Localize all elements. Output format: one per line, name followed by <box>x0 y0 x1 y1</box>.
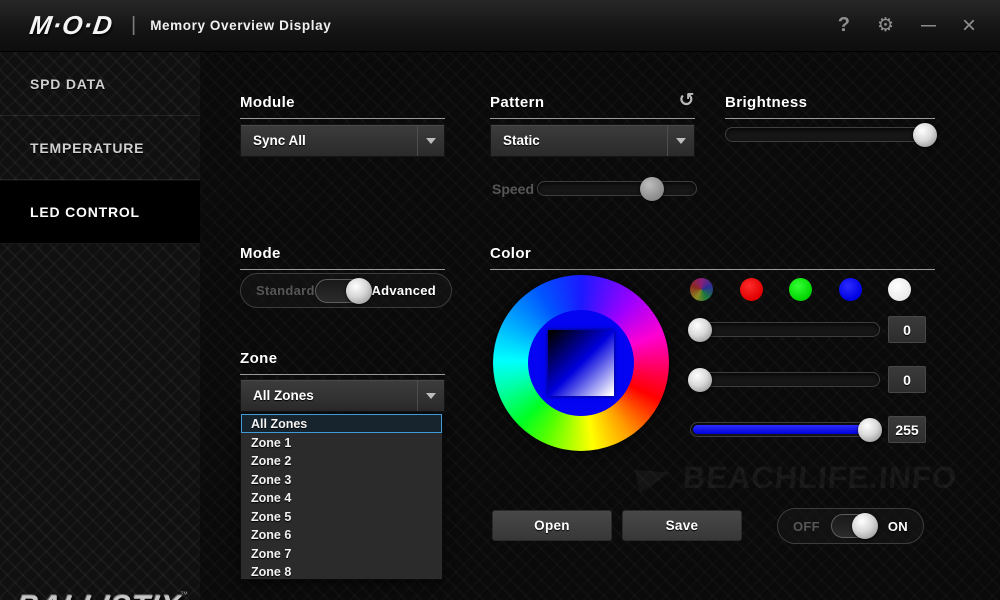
chevron-down-icon <box>426 392 436 399</box>
pattern-label-text: Pattern <box>490 94 545 111</box>
app-title: Memory Overview Display <box>150 18 332 33</box>
brightness-slider[interactable] <box>725 122 937 147</box>
brightness-slider-handle[interactable] <box>913 122 937 147</box>
zone-option-4[interactable]: Zone 4 <box>241 488 442 507</box>
minimize-icon[interactable]: — <box>921 17 936 34</box>
save-button[interactable]: Save <box>622 510 742 541</box>
zone-option-1[interactable]: Zone 1 <box>241 433 442 452</box>
power-toggle-switch[interactable] <box>830 513 878 539</box>
sidebar-item-label: TEMPERATURE <box>30 139 145 156</box>
zone-option-8[interactable]: Zone 8 <box>241 562 442 581</box>
pattern-section-label: Pattern ↺ <box>490 90 695 119</box>
pattern-dropdown[interactable]: Static <box>490 124 695 157</box>
ballistix-logo: BALLISTIX™ by Micron <box>12 590 192 600</box>
preset-red-swatch[interactable] <box>740 278 763 301</box>
zone-dropdown-value: All Zones <box>253 388 314 403</box>
module-dropdown[interactable]: Sync All <box>240 124 445 157</box>
green-slider-handle[interactable] <box>688 367 712 392</box>
speed-slider[interactable] <box>537 176 697 201</box>
sidebar-item-temperature[interactable]: TEMPERATURE <box>0 116 200 180</box>
zone-option-3[interactable]: Zone 3 <box>241 470 442 489</box>
open-button[interactable]: Open <box>492 510 612 541</box>
watermark: BEACHLIFE.INFO <box>634 460 959 496</box>
saturation-value-square[interactable] <box>548 330 614 396</box>
watermark-glyph-icon <box>634 462 674 494</box>
power-on-label: ON <box>887 518 908 534</box>
sidebar-item-spd-data[interactable]: SPD DATA <box>0 52 200 116</box>
green-value-field[interactable]: 0 <box>888 366 926 393</box>
preset-rainbow-swatch[interactable] <box>690 278 713 301</box>
zone-option-6[interactable]: Zone 6 <box>241 525 442 544</box>
green-channel-slider[interactable] <box>688 367 880 392</box>
power-toggle-knob[interactable] <box>851 513 878 539</box>
ballistix-wordmark: BALLISTIX <box>13 590 183 600</box>
module-dropdown-caret-zone <box>417 125 444 156</box>
zone-option-all-zones[interactable]: All Zones <box>241 414 442 433</box>
mode-section-label: Mode <box>240 245 445 270</box>
settings-gear-icon[interactable]: ⚙ <box>877 14 894 37</box>
zone-option-7[interactable]: Zone 7 <box>241 544 442 563</box>
red-channel-slider[interactable] <box>688 317 880 342</box>
close-icon[interactable]: × <box>962 13 976 37</box>
red-slider-handle[interactable] <box>688 317 712 342</box>
mode-standard-label: Standard <box>256 283 315 298</box>
color-section-label: Color <box>490 245 935 270</box>
watermark-text: BEACHLIFE.INFO <box>681 460 959 495</box>
chevron-down-icon <box>426 137 436 144</box>
power-toggle-group: OFF ON <box>777 508 924 544</box>
help-icon[interactable]: ? <box>838 14 850 37</box>
brightness-section-label: Brightness <box>725 94 935 119</box>
blue-slider-fill <box>693 425 875 434</box>
titlebar-separator: | <box>130 14 137 36</box>
zone-dropdown-list: All Zones Zone 1 Zone 2 Zone 3 Zone 4 Zo… <box>240 413 443 580</box>
blue-channel-slider[interactable] <box>690 417 882 442</box>
mode-toggle-switch[interactable] <box>314 277 373 304</box>
reset-history-icon[interactable]: ↺ <box>679 89 695 112</box>
color-hue-wheel[interactable] <box>493 275 669 451</box>
app-window: M·O·D | Memory Overview Display ? ⚙ — × … <box>0 0 1000 600</box>
speed-slider-handle[interactable] <box>639 176 664 201</box>
zone-dropdown[interactable]: All Zones <box>240 379 445 412</box>
zone-dropdown-caret-zone <box>417 380 444 411</box>
pattern-dropdown-caret-zone <box>667 125 694 156</box>
sidebar-item-label: SPD DATA <box>30 75 106 92</box>
zone-option-2[interactable]: Zone 2 <box>241 451 442 470</box>
zone-section-label: Zone <box>240 350 445 375</box>
zone-option-5[interactable]: Zone 5 <box>241 507 442 526</box>
sidebar-item-led-control[interactable]: LED CONTROL <box>0 180 200 244</box>
module-section-label: Module <box>240 94 445 119</box>
pattern-dropdown-value: Static <box>503 133 540 148</box>
mode-advanced-label: Advanced <box>371 283 436 298</box>
preset-green-swatch[interactable] <box>789 278 812 301</box>
red-value-field[interactable]: 0 <box>888 316 926 343</box>
mode-toggle-knob[interactable] <box>346 277 373 304</box>
power-off-label: OFF <box>793 518 820 534</box>
blue-slider-handle[interactable] <box>858 417 882 442</box>
mod-logo: M·O·D <box>27 10 116 40</box>
preset-blue-swatch[interactable] <box>839 278 862 301</box>
chevron-down-icon <box>676 137 686 144</box>
titlebar-icons: ? ⚙ — × <box>838 13 1000 37</box>
mode-toggle-group: Standard Advanced <box>240 273 452 308</box>
titlebar: M·O·D | Memory Overview Display ? ⚙ — × <box>0 0 1000 52</box>
sidebar: SPD DATA TEMPERATURE LED CONTROL BALLIST… <box>0 52 200 600</box>
preset-white-swatch[interactable] <box>888 278 911 301</box>
speed-label: Speed <box>492 181 535 197</box>
module-dropdown-value: Sync All <box>253 133 306 148</box>
sidebar-item-label: LED CONTROL <box>30 204 140 220</box>
blue-value-field[interactable]: 255 <box>888 416 926 443</box>
